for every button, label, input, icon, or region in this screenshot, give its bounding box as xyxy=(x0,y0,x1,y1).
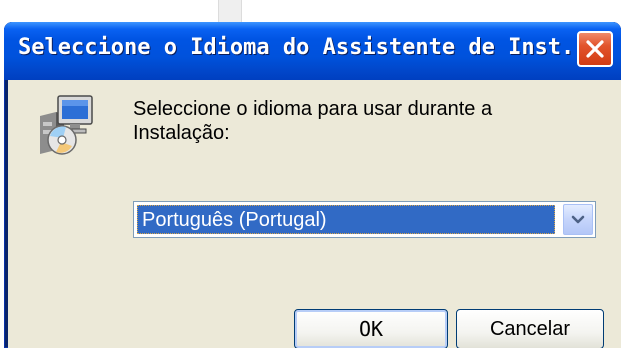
language-select-value: Português (Portugal) xyxy=(137,205,555,234)
close-button[interactable] xyxy=(577,31,613,67)
chevron-down-icon xyxy=(571,215,585,224)
language-select[interactable]: Português (Portugal) xyxy=(133,201,596,238)
cancel-button[interactable]: Cancelar xyxy=(456,309,604,348)
prompt-text: Seleccione o idioma para usar durante a … xyxy=(133,97,573,145)
prompt-line-2: Instalação: xyxy=(133,122,230,144)
language-dialog: Seleccione o Idioma do Assistente de Ins… xyxy=(4,22,621,348)
close-icon xyxy=(586,40,604,58)
screen: Seleccione o Idioma do Assistente de Ins… xyxy=(0,0,621,348)
ok-button[interactable]: OK xyxy=(294,309,448,348)
background-window-strip xyxy=(218,0,242,24)
language-dropdown-button[interactable] xyxy=(563,204,593,235)
dialog-body: Seleccione o idioma para usar durante a … xyxy=(8,80,621,348)
setup-computer-cd-icon xyxy=(40,95,93,155)
dialog-title: Seleccione o Idioma do Assistente de Ins… xyxy=(18,35,601,60)
prompt-line-1: Seleccione o idioma para usar durante a xyxy=(133,98,493,120)
title-bar[interactable]: Seleccione o Idioma do Assistente de Ins… xyxy=(4,22,621,80)
